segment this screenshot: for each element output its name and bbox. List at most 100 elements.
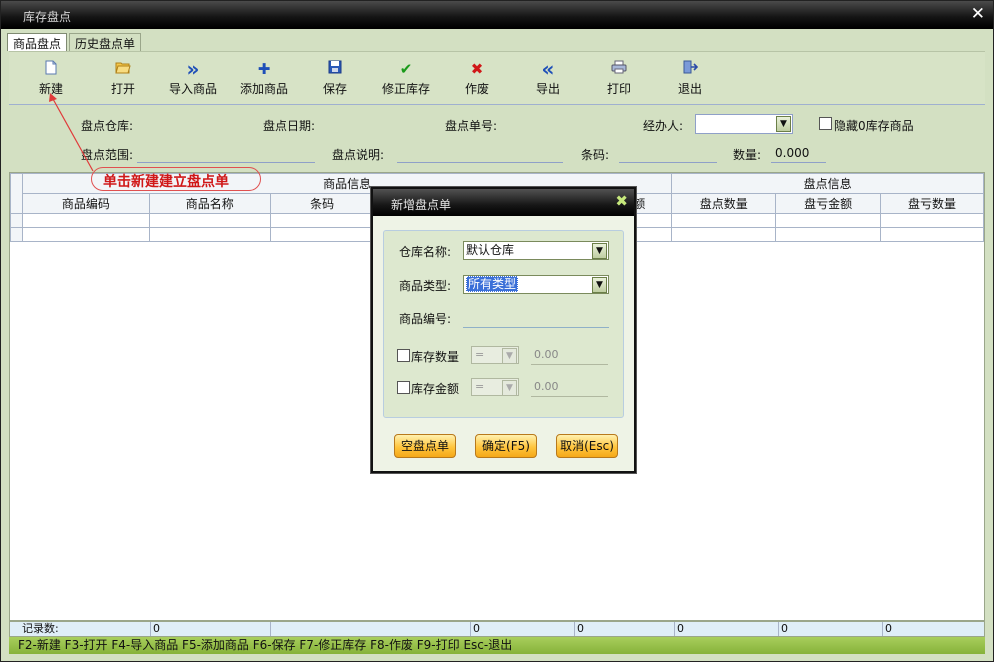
product-code-input[interactable] — [463, 327, 609, 328]
product-type-select[interactable]: 所有类型 ▼ — [463, 275, 609, 294]
stock-amount-underline — [531, 396, 608, 397]
dialog-close-icon[interactable]: ✖ — [615, 193, 628, 209]
stock-qty-checkbox[interactable] — [397, 349, 410, 362]
tab-product-count[interactable]: 商品盘点 — [7, 33, 68, 51]
table-cell[interactable] — [21, 213, 150, 228]
double-chevron-left-icon: « — [541, 57, 555, 81]
cancel-button[interactable]: 取消(Esc) — [556, 434, 618, 458]
export-button[interactable]: « 导出 — [516, 57, 580, 97]
product-code-label: 商品编号: — [399, 312, 452, 326]
handler-label: 经办人: — [643, 119, 684, 133]
table-cell[interactable] — [775, 213, 882, 228]
exit-button[interactable]: 退出 — [658, 60, 722, 97]
table-cell[interactable] — [880, 227, 984, 242]
summary-cell-empty — [270, 622, 470, 636]
col-product-code[interactable]: 商品编码 — [21, 193, 150, 214]
stock-amount-operator-select[interactable]: = ▼ — [471, 378, 519, 396]
quantity-label: 数量: — [733, 148, 762, 162]
col-loss-qty[interactable]: 盘亏数量 — [880, 193, 984, 214]
warehouse-label: 盘点仓库: — [81, 119, 134, 133]
confirm-button[interactable]: 确定(F5) — [475, 434, 537, 458]
annotation-callout: 单击新建建立盘点单 — [91, 167, 261, 191]
summary-cell: 0 — [574, 622, 674, 636]
chevron-down-icon: ▼ — [592, 277, 607, 293]
table-cell[interactable] — [671, 213, 777, 228]
folder-icon — [91, 60, 155, 78]
new-button[interactable]: 新建 — [19, 60, 83, 97]
hide-zero-stock-checkbox[interactable] — [819, 117, 832, 130]
toolbar: 新建 打开 » 导入商品 ✚ 添加商品 保存 ✔ 修正库存 ✖ 作废 « 导出 — [9, 51, 985, 105]
new-file-icon — [19, 60, 83, 78]
summary-row: 记录数: 0 0 0 0 0 0 — [9, 621, 985, 637]
count-form: 盘点仓库: 盘点日期: 盘点单号: 经办人: ▼ 隐藏0库存商品 盘点范围: 盘… — [9, 106, 985, 172]
count-date-label: 盘点日期: — [263, 119, 316, 133]
count-desc-label: 盘点说明: — [332, 148, 385, 162]
close-icon[interactable]: ✕ — [971, 5, 985, 23]
row-gutter — [10, 213, 23, 228]
grid-gutter — [10, 173, 23, 214]
save-disk-icon — [303, 60, 367, 78]
count-desc-input[interactable] — [397, 162, 563, 163]
table-cell[interactable] — [671, 227, 777, 242]
quantity-value[interactable]: 0.000 — [775, 146, 809, 160]
barcode-label: 条码: — [581, 148, 610, 162]
summary-cell: 0 — [882, 622, 984, 636]
print-button[interactable]: 打印 — [587, 60, 651, 97]
annotation-text: 单击新建建立盘点单 — [103, 174, 229, 190]
count-range-input[interactable] — [137, 162, 315, 163]
summary-cell: 0 — [150, 622, 270, 636]
chevron-down-icon: ▼ — [502, 348, 517, 364]
group-count-info: 盘点信息 — [671, 173, 984, 194]
stock-qty-operator-select[interactable]: = ▼ — [471, 346, 519, 364]
product-type-label: 商品类型: — [399, 279, 452, 293]
save-button[interactable]: 保存 — [303, 60, 367, 97]
col-barcode[interactable]: 条码 — [269, 193, 375, 214]
col-product-name[interactable]: 商品名称 — [148, 193, 271, 214]
tab-history-count[interactable]: 历史盘点单 — [69, 33, 142, 51]
record-count-label: 记录数: — [10, 622, 150, 636]
open-button[interactable]: 打开 — [91, 60, 155, 97]
plus-icon: ✚ — [257, 60, 271, 78]
chevron-down-icon: ▼ — [592, 243, 607, 259]
table-cell[interactable] — [269, 213, 375, 228]
summary-cell: 0 — [674, 622, 778, 636]
stock-amount-label: 库存金额 — [411, 382, 460, 396]
count-range-label: 盘点范围: — [81, 148, 134, 162]
new-count-dialog: 新增盘点单 ✖ 仓库名称: 默认仓库 ▼ 商品类型: 所有类型 ▼ 商品编号: … — [371, 187, 636, 473]
chevron-down-icon: ▼ — [776, 116, 791, 132]
col-count-qty[interactable]: 盘点数量 — [671, 193, 777, 214]
count-order-no-label: 盘点单号: — [445, 119, 498, 133]
shortcut-status-bar: F2-新建 F3-打开 F4-导入商品 F5-添加商品 F6-保存 F7-修正库… — [9, 637, 985, 654]
empty-count-button[interactable]: 空盘点单 — [394, 434, 456, 458]
void-button[interactable]: ✖ 作废 — [445, 60, 509, 97]
table-cell[interactable] — [775, 227, 882, 242]
printer-icon — [587, 60, 651, 78]
x-icon: ✖ — [470, 60, 484, 78]
col-loss-amount[interactable]: 盘亏金额 — [775, 193, 882, 214]
table-cell[interactable] — [269, 227, 375, 242]
exit-door-icon — [658, 60, 722, 78]
add-products-button[interactable]: ✚ 添加商品 — [232, 60, 296, 97]
stock-amount-checkbox[interactable] — [397, 381, 410, 394]
double-chevron-right-icon: » — [186, 57, 200, 81]
import-products-button[interactable]: » 导入商品 — [161, 57, 225, 97]
title-bar: 库存盘点 ✕ — [1, 1, 993, 29]
stock-qty-value[interactable]: 0.00 — [534, 348, 559, 361]
table-cell[interactable] — [148, 213, 271, 228]
table-cell[interactable] — [21, 227, 150, 242]
fix-stock-button[interactable]: ✔ 修正库存 — [374, 60, 438, 97]
warehouse-name-select[interactable]: 默认仓库 ▼ — [463, 241, 609, 260]
hide-zero-stock-label: 隐藏0库存商品 — [834, 119, 914, 133]
warehouse-name-label: 仓库名称: — [399, 245, 452, 259]
table-cell[interactable] — [148, 227, 271, 242]
tab-strip: 商品盘点 历史盘点单 — [7, 33, 143, 51]
summary-cell: 0 — [778, 622, 882, 636]
barcode-input[interactable] — [619, 162, 717, 163]
table-cell[interactable] — [880, 213, 984, 228]
stock-qty-underline — [531, 364, 608, 365]
dialog-fieldset: 仓库名称: 默认仓库 ▼ 商品类型: 所有类型 ▼ 商品编号: 库存数量 = ▼… — [383, 230, 624, 418]
check-icon: ✔ — [399, 60, 413, 78]
stock-amount-value[interactable]: 0.00 — [534, 380, 559, 393]
stock-qty-label: 库存数量 — [411, 350, 460, 364]
handler-select[interactable]: ▼ — [695, 114, 793, 134]
